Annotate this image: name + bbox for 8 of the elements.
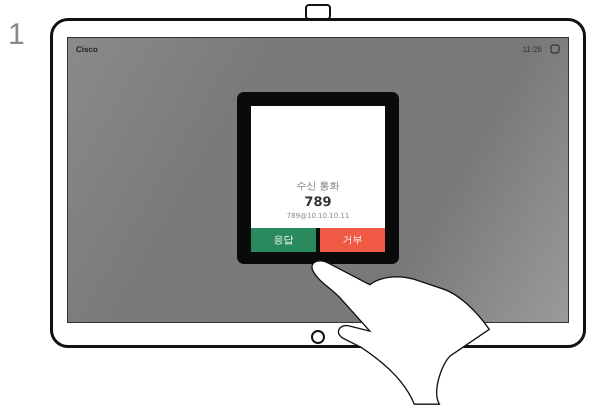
caller-number: 789 xyxy=(304,195,332,210)
dialog-title: 수신 통화 xyxy=(296,180,340,193)
device-name[interactable]: Cisco xyxy=(76,44,98,54)
decline-button[interactable]: 거부 xyxy=(320,228,385,252)
step-number: 1 xyxy=(7,17,26,53)
clock-time: 11:28 xyxy=(522,44,542,54)
panel-icon[interactable] xyxy=(550,44,560,54)
accept-button[interactable]: 응답 xyxy=(251,228,316,252)
